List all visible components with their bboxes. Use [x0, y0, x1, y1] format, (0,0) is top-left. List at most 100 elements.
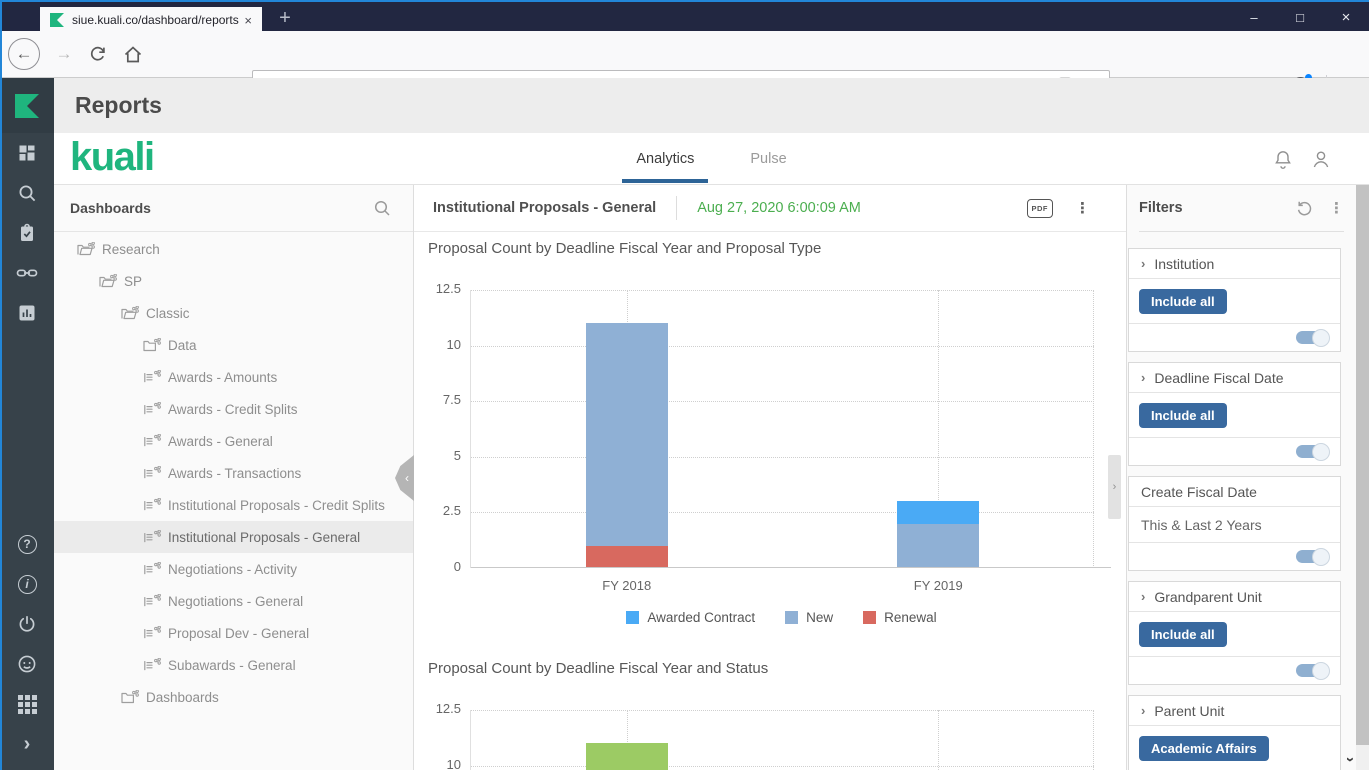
filter-toggle-row — [1129, 543, 1340, 570]
sidebar-item-awards-amounts[interactable]: Awards - Amounts — [54, 361, 413, 393]
sidebar-item-label: Awards - General — [168, 433, 273, 449]
browser-tab[interactable]: siue.kuali.co/dashboard/reports × — [40, 7, 262, 33]
sidebar-item-awards-credit-splits[interactable]: Awards - Credit Splits — [54, 393, 413, 425]
sidebar-item-awards-transactions[interactable]: Awards - Transactions — [54, 457, 413, 489]
tab-close-icon[interactable]: × — [240, 13, 256, 28]
filter-card-body: Include all — [1129, 612, 1340, 657]
export-pdf-button[interactable]: PDF — [1026, 198, 1053, 218]
forward-button[interactable]: → — [52, 44, 76, 64]
apps-grid-icon[interactable] — [0, 684, 54, 724]
sidebar-item-label: Proposal Dev - General — [168, 625, 310, 641]
window-close-button[interactable]: × — [1323, 2, 1369, 33]
sidebar-item-negotiations-activity[interactable]: Negotiations - Activity — [54, 553, 413, 585]
legend-item-awarded-contract[interactable]: Awarded Contract — [626, 610, 755, 625]
report-share-icon — [143, 369, 161, 385]
sidebar-item-classic[interactable]: Classic — [54, 297, 413, 329]
link-icon[interactable] — [0, 253, 54, 293]
legend-swatch — [785, 611, 799, 624]
dashboard-grid-icon[interactable] — [0, 133, 54, 173]
filter-card-body: Include all — [1129, 393, 1340, 438]
expand-chevron-icon[interactable]: › — [0, 724, 54, 764]
collapse-filters-handle[interactable]: › — [1108, 455, 1121, 519]
user-icon[interactable] — [1311, 149, 1331, 170]
filter-card-header[interactable]: › Deadline Fiscal Date — [1129, 363, 1340, 393]
sidebar-item-proposal-dev-general[interactable]: Proposal Dev - General — [54, 617, 413, 649]
filter-chip-include-all[interactable]: Include all — [1139, 402, 1227, 428]
reload-button[interactable] — [88, 45, 107, 64]
chart-plot-area: 02.557.51012.5FY 2018FY 2019 — [436, 701, 1094, 770]
reset-filters-icon[interactable] — [1296, 200, 1313, 217]
back-button[interactable]: ← — [8, 38, 40, 70]
info-circle-icon[interactable]: i — [0, 564, 54, 604]
expand-chevron-icon[interactable]: › — [1141, 256, 1145, 271]
bar-fy-2018-new[interactable] — [585, 323, 668, 546]
bar-fy-2018-item[interactable] — [585, 743, 668, 770]
tab-analytics[interactable]: Analytics — [622, 133, 709, 185]
sidebar-item-institutional-proposals-credit-splits[interactable]: Institutional Proposals - Credit Splits — [54, 489, 413, 521]
browser-window: { "browser": { "tab": { "title": "siue.k… — [0, 0, 1369, 770]
logout-power-icon[interactable] — [0, 604, 54, 644]
filters-scroll-down-icon[interactable]: › — [1342, 757, 1359, 762]
legend-swatch — [626, 611, 640, 624]
sidebar-item-institutional-proposals-general[interactable]: Institutional Proposals - General — [54, 521, 413, 553]
sidebar-item-awards-general[interactable]: Awards - General — [54, 425, 413, 457]
filter-chip-include-all[interactable]: Include all — [1139, 288, 1227, 314]
scrollbar-thumb[interactable] — [1356, 185, 1369, 745]
filter-card-header[interactable]: › Institution — [1129, 249, 1340, 279]
expand-chevron-icon[interactable]: › — [1141, 703, 1145, 718]
filter-card-title: Parent Unit — [1154, 702, 1225, 719]
assistant-face-icon[interactable] — [0, 644, 54, 684]
sidebar-item-data[interactable]: Data — [54, 329, 413, 361]
toggle-knob — [1312, 661, 1330, 680]
bar-fy-2019-new[interactable] — [897, 523, 980, 568]
sidebar-item-label: Data — [168, 337, 197, 353]
window-minimize-button[interactable]: – — [1231, 2, 1277, 33]
tab-pulse[interactable]: Pulse — [744, 133, 792, 185]
toggle-knob — [1312, 328, 1330, 347]
filter-card-header[interactable]: › Grandparent Unit — [1129, 582, 1340, 612]
filter-toggle[interactable] — [1296, 442, 1330, 461]
bar-fy-2018-renewal[interactable] — [585, 545, 668, 568]
filters-menu-icon[interactable]: ⋮ — [1329, 201, 1344, 216]
legend-item-renewal[interactable]: Renewal — [863, 610, 937, 625]
filter-value[interactable]: This & Last 2 Years — [1129, 517, 1262, 533]
sidebar-item-sp[interactable]: SP — [54, 265, 413, 297]
legend-label: New — [806, 610, 834, 625]
bar-fy-2019-awarded-contract[interactable] — [897, 501, 980, 524]
home-button[interactable] — [123, 45, 143, 64]
report-menu-icon[interactable]: ⋮ — [1075, 201, 1090, 216]
folder-open-share-icon — [77, 241, 95, 257]
reports-bar-chart-icon[interactable] — [0, 293, 54, 333]
filter-card-header[interactable]: Create Fiscal Date — [1129, 477, 1340, 507]
expand-chevron-icon[interactable]: › — [1141, 589, 1145, 604]
sidebar-item-label: Negotiations - General — [168, 593, 304, 609]
filter-toggle[interactable] — [1296, 547, 1330, 566]
bell-icon[interactable] — [1273, 149, 1293, 170]
report-share-icon — [143, 593, 161, 609]
search-icon[interactable] — [0, 173, 54, 213]
y-axis-tick-label: 5 — [453, 447, 461, 463]
sidebar-item-dashboards[interactable]: Dashboards — [54, 681, 413, 713]
toggle-knob — [1312, 547, 1330, 566]
filter-card-title: Institution — [1154, 255, 1215, 272]
expand-chevron-icon[interactable]: › — [1141, 370, 1145, 385]
sidebar-item-subawards-general[interactable]: Subawards - General — [54, 649, 413, 681]
search-icon[interactable] — [373, 199, 391, 217]
filter-toggle[interactable] — [1296, 328, 1330, 347]
window-maximize-button[interactable]: □ — [1277, 2, 1323, 33]
header-divider — [676, 196, 678, 220]
tasks-clipboard-icon[interactable] — [0, 213, 54, 253]
kuali-logo-icon[interactable] — [0, 78, 54, 133]
legend-item-new[interactable]: New — [785, 610, 833, 625]
filter-chip-academic-affairs[interactable]: Academic Affairs — [1139, 735, 1269, 761]
filter-toggle[interactable] — [1296, 661, 1330, 680]
report-share-icon — [143, 625, 161, 641]
help-icon[interactable]: ? — [0, 524, 54, 564]
sidebar-item-research[interactable]: Research — [54, 233, 413, 265]
gridline — [471, 401, 1094, 403]
filter-chip-include-all[interactable]: Include all — [1139, 621, 1227, 647]
new-tab-button[interactable]: + — [272, 5, 298, 31]
filter-card-header[interactable]: › Parent Unit — [1129, 696, 1340, 726]
sidebar-item-negotiations-general[interactable]: Negotiations - General — [54, 585, 413, 617]
folder-share-icon — [143, 337, 161, 353]
